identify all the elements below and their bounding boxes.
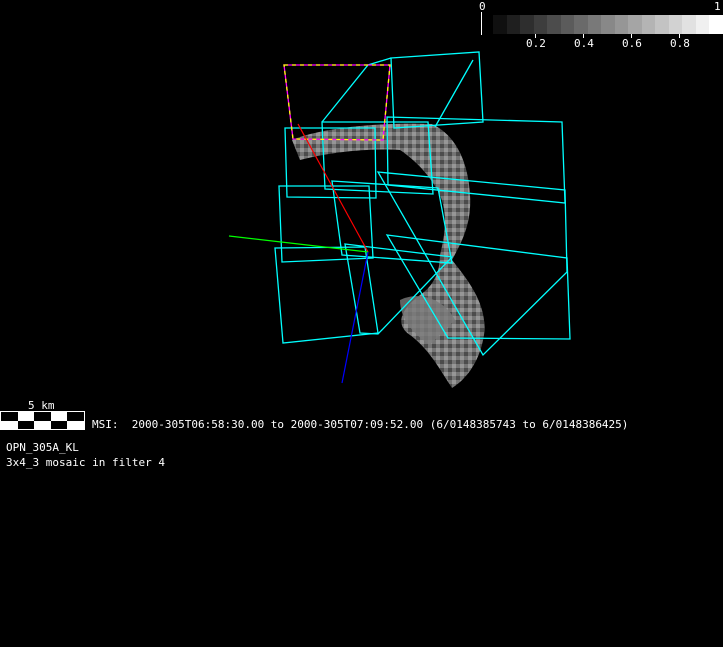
footprint bbox=[434, 59, 474, 128]
observation-name: OPN_305A_KL bbox=[6, 441, 79, 454]
colorbar-swatch bbox=[587, 15, 601, 34]
colorbar-swatch bbox=[709, 15, 723, 34]
footprint bbox=[331, 180, 453, 264]
colorbar-swatch bbox=[601, 15, 615, 34]
colorbar-swatch bbox=[668, 15, 682, 34]
colorbar-swatch bbox=[493, 15, 507, 34]
colorbar-swatch bbox=[533, 15, 547, 34]
colorbar-swatch bbox=[655, 15, 669, 34]
colorbar-swatch bbox=[506, 15, 520, 34]
colorbar-min-label: 0 bbox=[479, 0, 486, 13]
colorbar-tick: 0.8 bbox=[670, 37, 690, 50]
scale-bar bbox=[0, 411, 85, 430]
mosaic-description: 3x4_3 mosaic in filter 4 bbox=[6, 456, 165, 469]
scale-bar-cell bbox=[50, 412, 68, 421]
colorbar-zero-line bbox=[481, 12, 482, 35]
colorbar-swatch bbox=[682, 15, 696, 34]
colorbar-swatch bbox=[574, 15, 588, 34]
3d-view[interactable] bbox=[0, 0, 723, 647]
colorbar-swatch bbox=[520, 15, 534, 34]
colorbar-swatch bbox=[628, 15, 642, 34]
colorbar-tick: 0.2 bbox=[526, 37, 546, 50]
scale-bar-cell bbox=[50, 420, 68, 429]
scale-bar-cell bbox=[34, 412, 51, 421]
instrument-time-range: MSI: 2000-305T06:58:30.00 to 2000-305T07… bbox=[92, 418, 629, 431]
colorbar-swatch bbox=[695, 15, 709, 34]
footprint bbox=[321, 57, 392, 123]
colorbar-tick: 0.4 bbox=[574, 37, 594, 50]
scale-bar-cell bbox=[34, 420, 51, 429]
colorbar-swatch bbox=[641, 15, 655, 34]
colorbar-swatch bbox=[614, 15, 628, 34]
scale-bar-cell bbox=[67, 412, 84, 421]
footprint bbox=[390, 51, 484, 129]
scale-bar-cell bbox=[1, 420, 18, 429]
colorbar-tick: 0.6 bbox=[622, 37, 642, 50]
colorbar-swatch bbox=[560, 15, 574, 34]
scale-bar-cell bbox=[1, 412, 18, 421]
scale-bar-cell bbox=[17, 412, 35, 421]
z-axis-line bbox=[341, 251, 369, 384]
colorbar-gradient bbox=[493, 15, 723, 34]
colorbar-swatch bbox=[547, 15, 561, 34]
scale-bar-cell bbox=[67, 420, 84, 429]
scale-bar-cell bbox=[17, 420, 35, 429]
colorbar-max-label: 1 bbox=[714, 0, 721, 13]
